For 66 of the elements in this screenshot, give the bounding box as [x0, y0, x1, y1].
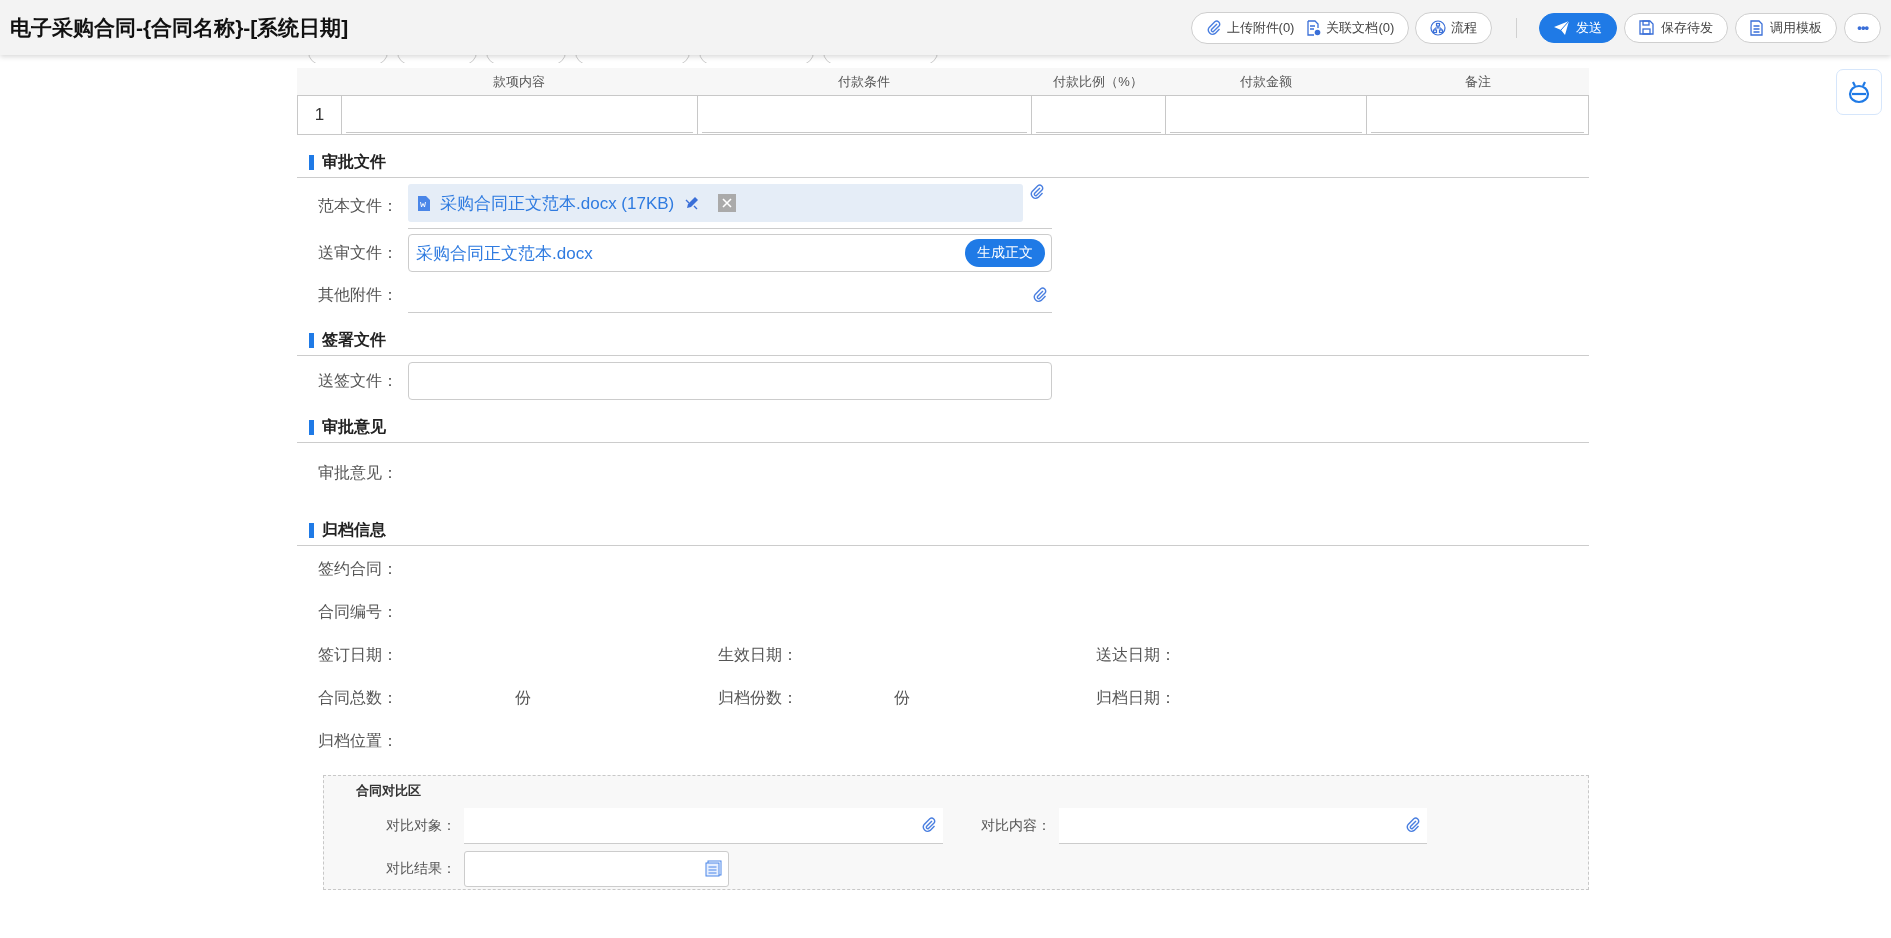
edit-icon[interactable]	[684, 195, 701, 211]
section-title: 审批文件	[322, 151, 386, 172]
attach-icon[interactable]	[1032, 286, 1048, 303]
field-label: 送审文件：	[317, 242, 399, 263]
unit-label: 份	[894, 688, 910, 708]
field-label: 其他附件：	[317, 284, 399, 305]
section-marker	[309, 522, 314, 538]
save-icon	[1639, 20, 1655, 35]
row-number: 1	[313, 104, 326, 126]
field-label: 送达日期：	[1095, 645, 1177, 665]
field-label: 对比对象：	[385, 816, 457, 835]
delete-icon[interactable]	[718, 194, 737, 212]
assistant-button[interactable]	[1836, 69, 1882, 115]
section-title: 签署文件	[322, 329, 386, 350]
toolbar-link[interactable]: 关联文档(0)	[1302, 18, 1399, 37]
section-marker	[309, 332, 314, 348]
toolbar-button[interactable]: 保存待发	[1624, 12, 1729, 43]
attachment-field[interactable]	[464, 807, 943, 844]
field-label: 归档份数：	[717, 688, 799, 708]
attach-icon[interactable]	[1029, 184, 1045, 200]
toolbar-button[interactable]: 调用模板	[1735, 12, 1838, 43]
document-link-icon	[1306, 19, 1322, 36]
panel-title: 合同对比区	[355, 782, 422, 800]
attach-icon[interactable]	[1405, 817, 1421, 833]
field-label: 对比结果：	[385, 859, 457, 878]
toolbar-link[interactable]: 上传附件(0)	[1201, 18, 1299, 37]
window-title: 电子采购合同-{合同名称}-[系统日期]	[10, 14, 350, 41]
more-button[interactable]: •••	[1844, 12, 1881, 43]
field-label: 范本文件：	[317, 196, 399, 216]
file-chip[interactable]: 采购合同正文范本.docx (17KB)	[408, 184, 1023, 222]
column-header: 付款金额	[1239, 73, 1293, 91]
send-icon	[1554, 20, 1570, 35]
generate-button[interactable]: 生成正文	[965, 239, 1045, 267]
section-marker	[309, 419, 314, 435]
column-header: 付款比例（%）	[1052, 73, 1144, 91]
document-icon	[1750, 19, 1764, 36]
file-link[interactable]: 采购合同正文范本.docx	[416, 241, 593, 265]
unit-label: 份	[515, 688, 531, 708]
field-label: 签订日期：	[317, 645, 399, 665]
robot-icon	[1847, 80, 1871, 104]
paperclip-icon[interactable]	[1205, 19, 1222, 36]
document-list-icon[interactable]	[705, 860, 722, 877]
send-button[interactable]: 发送	[1539, 12, 1618, 43]
flow-chart-icon	[1430, 19, 1447, 36]
field-label: 签约合同：	[317, 559, 399, 579]
field-label: 合同编号：	[317, 602, 399, 622]
file-field[interactable]: 采购合同正文范本.docx 生成正文	[408, 234, 1052, 272]
field-label: 审批意见：	[317, 463, 399, 483]
column-header: 备注	[1464, 73, 1492, 91]
field-label: 送签文件：	[317, 370, 399, 391]
attachment-field[interactable]	[1059, 807, 1427, 844]
result-field[interactable]	[464, 850, 729, 887]
field-label: 对比内容：	[980, 816, 1052, 835]
field-label: 归档位置：	[317, 731, 399, 751]
field-label: 归档日期：	[1095, 688, 1177, 708]
field-label: 合同总数：	[317, 688, 399, 708]
field-label: 生效日期：	[717, 645, 799, 665]
column-header: 付款条件	[837, 73, 891, 91]
column-header: 款项内容	[491, 73, 546, 91]
toolbar-link[interactable]: 流程	[1426, 18, 1482, 37]
input-field[interactable]	[408, 362, 1052, 400]
section-title: 归档信息	[322, 519, 386, 540]
section-title: 审批意见	[322, 416, 386, 437]
attach-icon[interactable]	[921, 817, 937, 833]
section-marker	[309, 154, 314, 170]
word-file-icon	[418, 195, 430, 211]
